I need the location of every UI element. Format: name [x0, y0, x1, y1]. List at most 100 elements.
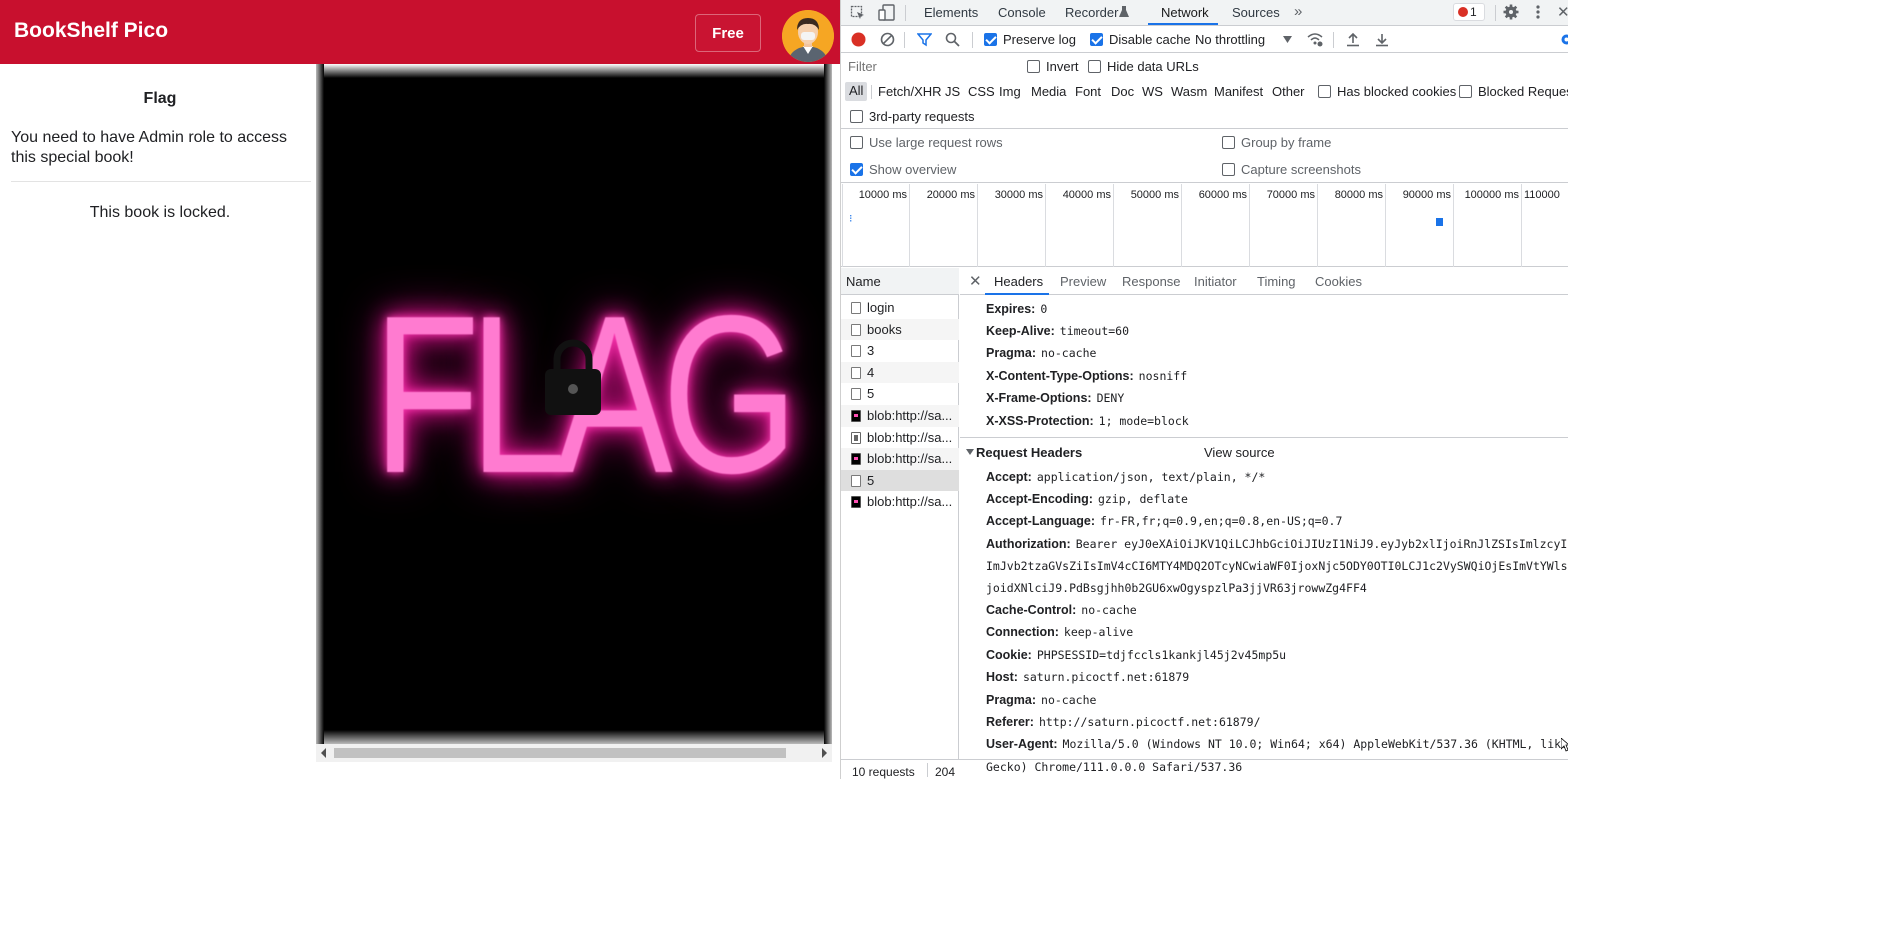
horizontal-scrollbar[interactable] — [316, 744, 832, 762]
more-tabs-icon[interactable]: » — [1294, 3, 1302, 20]
type-filter-css[interactable]: CSS — [968, 84, 995, 99]
large-rows-checkbox[interactable] — [850, 136, 863, 149]
tab-initiator[interactable]: Initiator — [1194, 274, 1237, 289]
overview-tick: 10000 ms — [858, 189, 907, 201]
request-row[interactable]: 4 — [841, 361, 959, 384]
error-count-badge[interactable]: 1 — [1453, 3, 1485, 21]
tab-sources[interactable]: Sources — [1232, 5, 1280, 20]
request-row[interactable]: books — [841, 318, 959, 341]
tab-elements[interactable]: Elements — [924, 5, 978, 20]
request-headers-title[interactable]: Request Headers — [976, 445, 1082, 460]
request-header-row: Accept-Language: fr-FR,fr;q=0.9,en;q=0.8,… — [986, 514, 1342, 528]
tab-response[interactable]: Response — [1122, 274, 1181, 289]
transferred-size: 204 — [935, 765, 956, 779]
preserve-log-checkbox[interactable] — [984, 33, 997, 46]
gear-icon[interactable] — [1503, 4, 1519, 20]
divider — [960, 437, 1568, 438]
header-key: X-Frame-Options: — [986, 391, 1092, 405]
error-icon — [1458, 7, 1468, 17]
type-filter-all[interactable]: All — [845, 82, 868, 101]
third-party-checkbox[interactable] — [850, 110, 863, 123]
request-row[interactable]: blob:http://sa... — [841, 427, 959, 449]
capture-screenshots-checkbox[interactable] — [1222, 163, 1235, 176]
has-blocked-cookies-checkbox[interactable] — [1318, 85, 1331, 98]
overview-request-marker: ⁝ — [849, 213, 853, 225]
scrollbar-thumb[interactable] — [334, 748, 786, 758]
type-filter-media[interactable]: Media — [1031, 84, 1066, 99]
header-value: no-cache — [1041, 346, 1097, 360]
tab-preview[interactable]: Preview — [1060, 274, 1106, 289]
tab-recorder[interactable]: Recorder — [1065, 5, 1118, 20]
user-avatar-icon — [782, 10, 834, 62]
overview-tick: 60000 ms — [1198, 189, 1247, 201]
header-value: timeout=60 — [1059, 324, 1130, 338]
collapse-caret-icon[interactable] — [966, 449, 974, 455]
scroll-left-arrow-icon[interactable] — [321, 748, 326, 758]
request-row[interactable]: 3 — [841, 340, 959, 362]
scroll-right-arrow-icon[interactable] — [822, 748, 827, 758]
tab-console[interactable]: Console — [998, 5, 1046, 20]
network-overview-timeline[interactable]: 10000 ms 20000 ms 30000 ms 40000 ms 5000… — [841, 184, 1568, 267]
disable-cache-checkbox[interactable] — [1090, 33, 1103, 46]
request-name: 3 — [867, 343, 875, 359]
view-source-link[interactable]: View source — [1204, 445, 1275, 460]
divider — [905, 5, 906, 21]
device-toolbar-icon[interactable] — [878, 4, 896, 22]
blocked-requests-checkbox[interactable] — [1459, 85, 1472, 98]
tab-headers[interactable]: Headers — [994, 274, 1043, 289]
search-icon[interactable] — [945, 32, 960, 47]
name-column-header[interactable]: Name — [841, 268, 959, 295]
free-plan-button[interactable]: Free — [695, 14, 761, 52]
request-name: blob:http://sa... — [867, 494, 953, 510]
network-settings-gear-icon[interactable] — [1559, 32, 1568, 47]
header-key: Accept-Language: — [986, 514, 1096, 528]
show-overview-checkbox[interactable] — [850, 163, 863, 176]
request-row[interactable]: blob:http://sa... — [841, 491, 959, 513]
overview-tick: 110000 — [1524, 189, 1560, 201]
type-filter-manifest[interactable]: Manifest — [1214, 84, 1263, 99]
kebab-menu-icon[interactable] — [1535, 4, 1541, 20]
active-tab-indicator — [985, 293, 1049, 295]
filter-input[interactable] — [845, 57, 1013, 76]
chevron-down-icon[interactable] — [1283, 36, 1292, 43]
type-filter-doc[interactable]: Doc — [1111, 84, 1134, 99]
avatar[interactable] — [782, 10, 834, 62]
inspect-element-icon[interactable] — [850, 5, 866, 21]
type-filter-font[interactable]: Font — [1075, 84, 1101, 99]
flask-icon — [1119, 6, 1129, 17]
filter-icon[interactable] — [917, 32, 932, 47]
type-filter-wasm[interactable]: Wasm — [1171, 84, 1207, 99]
type-filter-other[interactable]: Other — [1272, 84, 1305, 99]
header-value: gzip, deflate — [1097, 492, 1188, 506]
invert-checkbox[interactable] — [1027, 60, 1040, 73]
hide-data-urls-checkbox[interactable] — [1088, 60, 1101, 73]
import-har-icon[interactable] — [1346, 32, 1360, 47]
header-value: Mozilla/5.0 (Windows NT 10.0; Win64; x64… — [1062, 737, 1568, 751]
type-filter-fetch-xhr[interactable]: Fetch/XHR — [878, 84, 942, 99]
throttling-select[interactable]: No throttling — [1195, 32, 1265, 47]
record-icon[interactable] — [851, 32, 866, 47]
close-icon[interactable]: ✕ — [969, 272, 982, 290]
header-value: DENY — [1096, 391, 1125, 405]
book-cover: FLAG — [316, 64, 832, 744]
request-row[interactable]: 5 — [841, 383, 959, 405]
request-name: 5 — [867, 386, 875, 402]
clear-icon[interactable] — [880, 32, 895, 47]
network-conditions-icon[interactable] — [1307, 32, 1323, 47]
close-devtools-icon[interactable]: ✕ — [1557, 3, 1568, 21]
type-filter-img[interactable]: Img — [999, 84, 1021, 99]
request-row[interactable]: login — [841, 297, 959, 319]
group-by-frame-checkbox[interactable] — [1222, 136, 1235, 149]
show-overview-label: Show overview — [869, 162, 957, 177]
type-filter-ws[interactable]: WS — [1142, 84, 1163, 99]
tab-network[interactable]: Network — [1161, 5, 1209, 20]
type-filter-js[interactable]: JS — [945, 84, 960, 99]
export-har-icon[interactable] — [1375, 32, 1389, 47]
tab-timing[interactable]: Timing — [1257, 274, 1296, 289]
has-blocked-cookies-label: Has blocked cookies — [1337, 84, 1457, 99]
request-row-selected[interactable]: 5 — [841, 469, 959, 492]
request-row[interactable]: blob:http://sa... — [841, 448, 959, 470]
tab-cookies[interactable]: Cookies — [1315, 274, 1362, 289]
request-header-row: Accept: application/json, text/plain, */* — [986, 470, 1265, 484]
request-row[interactable]: blob:http://sa... — [841, 405, 959, 427]
